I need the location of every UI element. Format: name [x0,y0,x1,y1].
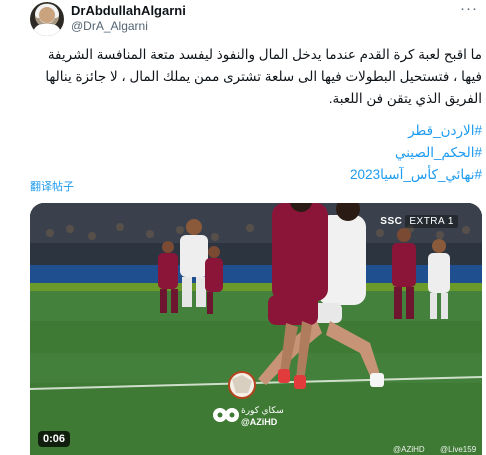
channel-name: EXTRA 1 [405,215,458,228]
center-watermark: سكاي كورة @AZiHD [213,405,303,431]
corner-watermark: @AZiHD [393,445,425,454]
translate-post-link[interactable]: 翻译帖子 [30,178,74,194]
footballs-logo-icon [213,408,239,422]
football [228,371,256,399]
avatar[interactable] [30,2,64,36]
video-player[interactable]: 11 SSCEXTRA 1 سكاي كورة @AZiHD 0:06 @AZi… [30,203,482,455]
watermark-arabic: سكاي كورة [241,405,284,415]
hashtag-link[interactable]: #الاردن_قطر [30,120,482,142]
broadcaster-name: SSC [380,216,403,227]
hashtag-link[interactable]: #نهائي_كأس_آسيا2023 [30,164,482,186]
tweet-header: DrAbdullahAlgarni @DrA_Algarni ··· [0,0,486,44]
author-handle[interactable]: @DrA_Algarni [71,19,148,33]
more-horizontal-icon[interactable]: ··· [460,1,478,20]
watermark-handle: @AZiHD [241,417,278,427]
broadcaster-logo: SSC EXTRA 1 [380,215,458,228]
video-duration: 0:06 [38,431,71,447]
author-display-name[interactable]: DrAbdullahAlgarni [71,3,186,18]
hashtag-link[interactable]: #الحكم_الصيني [30,142,482,164]
hashtag-list: #الاردن_قطر #الحكم_الصيني #نهائي_كأس_آسي… [30,120,482,186]
tweet-text: ما اقبح لعبة كرة القدم عندما يدخل المال … [45,47,482,106]
corner-watermark: @Live159 [440,445,477,454]
